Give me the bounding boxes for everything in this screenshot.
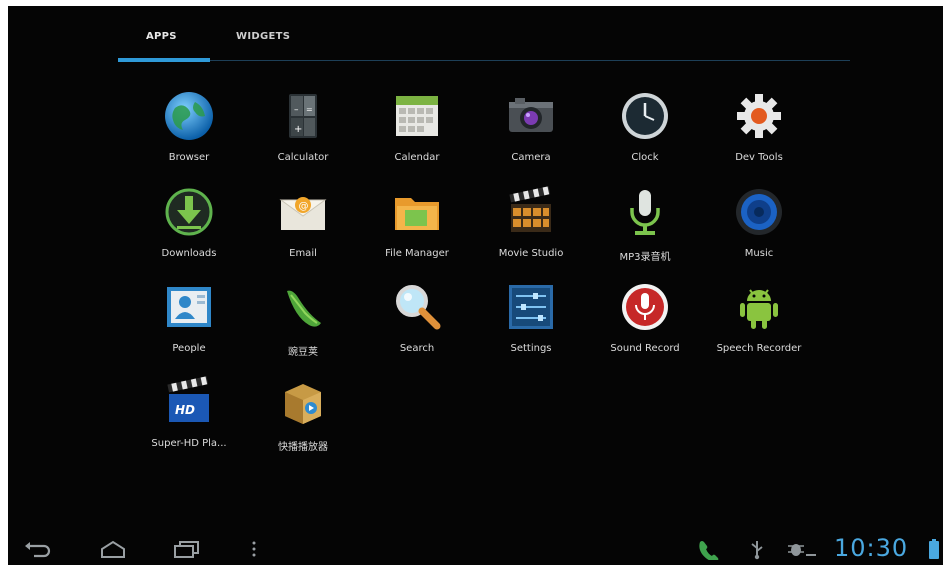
app-label: Sound Record — [610, 343, 680, 354]
usb-icon — [751, 541, 763, 560]
app-clock[interactable]: Clock — [588, 90, 702, 180]
tab-apps[interactable]: APPS — [146, 31, 177, 42]
recent-apps-icon[interactable] — [172, 538, 202, 560]
svg-text:=: = — [306, 105, 313, 114]
app-label: Music — [744, 248, 774, 259]
app-dev-tools[interactable]: Dev Tools — [702, 90, 816, 180]
app-label: Movie Studio — [498, 248, 564, 259]
microphone-icon — [630, 190, 660, 235]
app-label: Browser — [168, 152, 210, 163]
contacts-icon — [167, 287, 211, 327]
download-icon — [165, 188, 213, 236]
app-label: File Manager — [385, 248, 449, 259]
app-label: Settings — [510, 343, 552, 354]
clapperboard-icon — [509, 186, 551, 232]
calendar-icon — [396, 96, 438, 136]
app-camera[interactable]: Camera — [474, 90, 588, 180]
svg-text:–: – — [294, 105, 299, 115]
app-label: Speech Recorder — [716, 343, 802, 354]
app-mp3-recorder[interactable]: MP3录音机 — [588, 186, 702, 276]
app-wandoujia[interactable]: 豌豆荚 — [246, 281, 360, 371]
menu-overflow-icon[interactable] — [248, 538, 260, 560]
app-label: Calculator — [277, 152, 329, 163]
clock-icon — [622, 93, 668, 139]
app-calculator[interactable]: – + = Calculator — [246, 90, 360, 180]
system-navigation-bar — [8, 536, 943, 565]
battery-icon — [929, 539, 939, 559]
email-icon: @ — [279, 197, 327, 230]
app-label: People — [172, 343, 206, 354]
app-label: Camera — [511, 152, 551, 163]
folder-icon — [395, 198, 439, 230]
magnifier-icon — [396, 285, 441, 330]
app-label: MP3录音机 — [619, 252, 671, 263]
svg-text:+: + — [294, 124, 302, 135]
app-calendar[interactable]: Calendar — [360, 90, 474, 180]
app-label: 快播播放器 — [278, 442, 328, 453]
app-label: Dev Tools — [735, 152, 783, 163]
app-search[interactable]: Search — [360, 281, 474, 371]
globe-icon — [165, 92, 213, 140]
tab-selected-indicator — [118, 58, 210, 62]
phone-icon — [699, 541, 719, 560]
speaker-icon — [736, 189, 782, 235]
tab-widgets[interactable]: WIDGETS — [236, 31, 290, 42]
box-icon — [285, 384, 321, 424]
mic-record-icon — [622, 284, 668, 330]
app-speech-recorder[interactable]: Speech Recorder — [702, 281, 816, 371]
app-downloads[interactable]: Downloads — [132, 186, 246, 276]
app-label: Search — [399, 343, 435, 354]
video-player-icon: HD — [167, 376, 209, 422]
calculator-icon: – + = — [289, 94, 317, 138]
settings-sliders-icon — [509, 285, 553, 329]
home-icon[interactable] — [98, 538, 128, 560]
debug-bug-icon — [788, 544, 816, 556]
gear-icon — [737, 94, 781, 138]
svg-text:@: @ — [299, 201, 309, 212]
app-music[interactable]: Music — [702, 186, 816, 276]
app-label: Email — [289, 248, 317, 259]
app-settings[interactable]: Settings — [474, 281, 588, 371]
app-sound-record[interactable]: Sound Record — [588, 281, 702, 371]
pea-pod-icon — [287, 290, 321, 327]
app-movie-studio[interactable]: Movie Studio — [474, 186, 588, 276]
app-qvod-player[interactable]: 快播播放器 — [246, 376, 360, 466]
camera-icon — [509, 98, 553, 132]
app-browser[interactable]: Browser — [132, 90, 246, 180]
android-home-screen: APPS WIDGETS Browser – + = Calculator Ca… — [8, 6, 943, 565]
app-label: Clock — [631, 152, 659, 163]
status-clock: 10:30 — [834, 534, 909, 562]
tab-divider — [118, 60, 850, 61]
app-email[interactable]: @ Email — [246, 186, 360, 276]
app-label: Calendar — [394, 152, 440, 163]
android-icon — [740, 289, 778, 329]
svg-text:HD: HD — [175, 403, 195, 417]
app-people[interactable]: People — [132, 281, 246, 371]
app-label: Downloads — [161, 248, 217, 259]
back-icon[interactable] — [24, 538, 54, 560]
app-label: Super-HD Pla... — [151, 438, 227, 449]
app-super-hd-player[interactable]: HD Super-HD Pla... — [132, 376, 246, 466]
app-label: 豌豆荚 — [288, 347, 318, 358]
app-file-manager[interactable]: File Manager — [360, 186, 474, 276]
